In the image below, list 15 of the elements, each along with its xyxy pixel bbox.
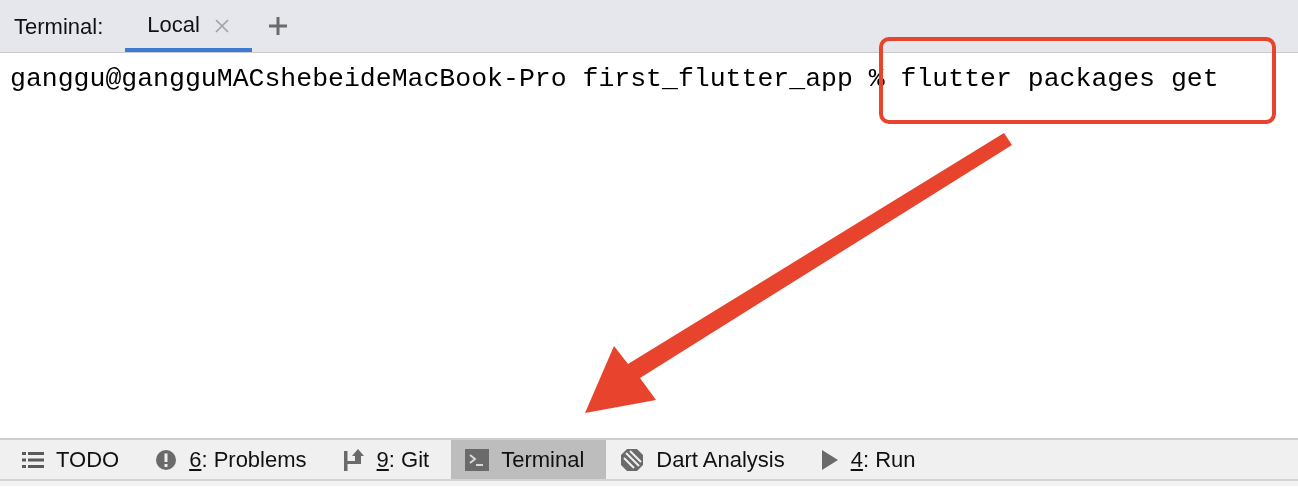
panel-title: Terminal:	[14, 12, 104, 41]
tool-window-button[interactable]: TODO	[8, 440, 142, 479]
tool-window-button[interactable]: Terminal	[451, 440, 607, 479]
plus-icon	[267, 16, 288, 36]
tool-window-button[interactable]: 6: Problems	[141, 440, 329, 479]
dart-icon	[620, 447, 645, 472]
branch-icon	[342, 447, 365, 472]
terminal-icon	[465, 448, 490, 471]
tool-window-button[interactable]: 4: Run	[806, 440, 938, 479]
tool-window-button[interactable]: 9: Git	[328, 440, 452, 479]
terminal-tab[interactable]: Local	[125, 0, 252, 52]
list-icon	[22, 450, 44, 469]
play-icon	[820, 448, 839, 471]
tool-window-button[interactable]: Dart Analysis	[606, 440, 807, 479]
exclamation-icon	[155, 448, 178, 471]
